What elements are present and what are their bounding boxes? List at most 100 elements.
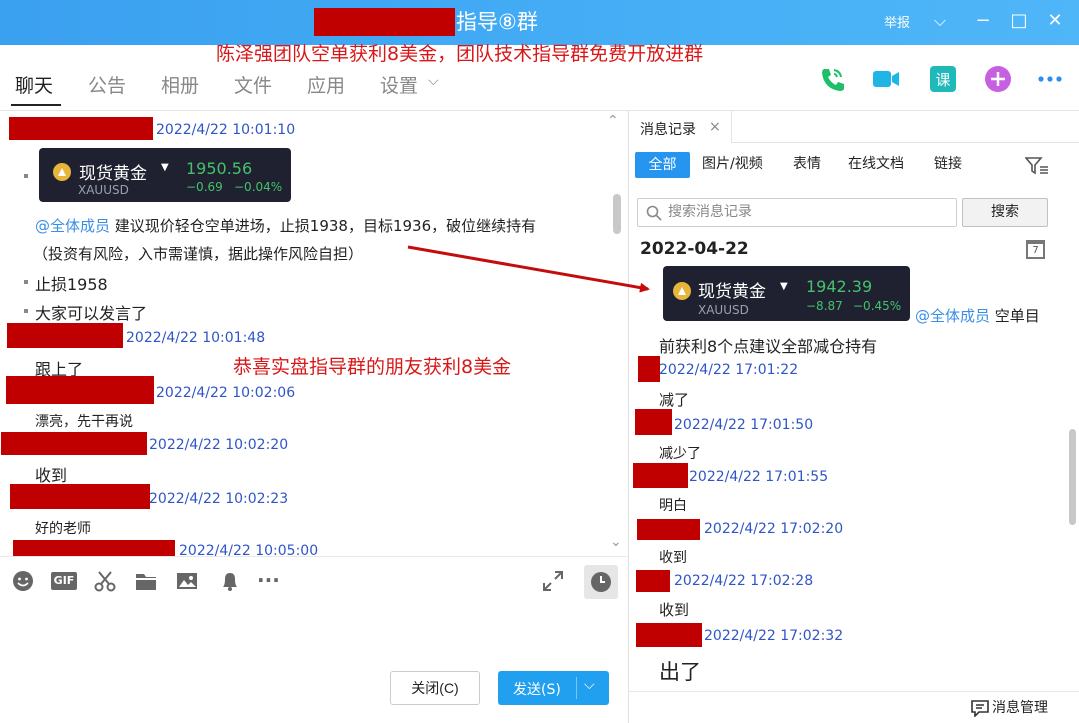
dropdown-icon[interactable]: ⌵ [927, 8, 953, 34]
report-button[interactable]: 举报 [884, 12, 910, 31]
chevron-down-icon[interactable]: ⌵ [428, 73, 439, 89]
promo-annotation: 陈泽强团队空单获利8美金，团队技术指导群免费开放进群 [216, 43, 704, 65]
tab-apps[interactable]: 应用 [307, 71, 345, 98]
ticker-symbol: XAUUSD [698, 303, 749, 317]
profit-annotation: 恭喜实盘指导群的朋友获利8美金 [233, 356, 512, 378]
panel-bottom-divider [629, 691, 1079, 692]
phone-icon[interactable] [816, 64, 846, 94]
ticker-change-pct: −0.45% [853, 299, 902, 313]
filter-media[interactable]: 图片/视频 [702, 153, 763, 173]
tab-settings[interactable]: 设置 [380, 71, 418, 98]
more-options-icon[interactable] [1035, 64, 1065, 94]
record-time: 2022/4/22 17:02:32 [704, 628, 844, 644]
gold-coin-icon [673, 282, 691, 300]
tab-message-history[interactable]: 消息记录 × [629, 111, 732, 143]
message-time: 2022/4/22 10:01:10 [156, 122, 296, 138]
tab-album[interactable]: 相册 [161, 71, 199, 98]
message-manage-label: 消息管理 [992, 700, 1048, 716]
record-text: 明白 [659, 498, 687, 514]
sender-redaction [9, 117, 153, 140]
message-time: 2022/4/22 10:02:20 [149, 437, 289, 453]
tab-active-underline [11, 104, 61, 106]
calendar-icon[interactable]: 7 [1026, 240, 1045, 259]
record-text: 减了 [659, 391, 690, 409]
chat-message: 大家可以发言了 [35, 304, 148, 323]
ticker-name: 现货黄金 [698, 282, 766, 302]
record-text: 收到 [659, 550, 687, 566]
send-button[interactable]: 发送(S) ⌵ [498, 671, 609, 705]
chat-message: 止损1958 [35, 275, 108, 294]
bullet [24, 174, 28, 178]
input-divider [0, 556, 628, 557]
filter-links[interactable]: 链接 [934, 153, 962, 173]
history-date: 2022-04-22 [640, 239, 749, 259]
history-message: @全体成员 空单目 [915, 305, 1040, 326]
filter-icon[interactable] [1025, 156, 1049, 176]
image-icon[interactable] [176, 570, 198, 592]
close-icon[interactable]: ✕ [1042, 8, 1068, 34]
ticker-change-pct: −0.04% [234, 180, 283, 194]
tab-files[interactable]: 文件 [234, 71, 272, 98]
bell-icon[interactable] [219, 570, 241, 592]
sender-redaction [636, 570, 670, 592]
search-button[interactable]: 搜索 [962, 198, 1048, 227]
tab-label: 消息记录 [640, 122, 696, 138]
send-separator [576, 677, 577, 699]
video-call-icon[interactable] [871, 64, 901, 94]
class-icon[interactable]: 课 [928, 64, 958, 94]
minimize-icon[interactable]: − [970, 8, 996, 34]
close-tab-icon[interactable]: × [709, 119, 721, 135]
caret-down-icon: ▼ [780, 281, 788, 292]
filter-docs[interactable]: 在线文档 [848, 153, 904, 173]
emoji-icon[interactable] [12, 570, 34, 592]
folder-icon[interactable] [135, 570, 157, 592]
history-button[interactable] [584, 565, 618, 599]
chat-message: @全体成员 建议现价轻仓空单进场，止损1938，目标1936，破位继续持有 [35, 215, 536, 236]
add-icon[interactable] [983, 64, 1013, 94]
filter-all[interactable]: 全部 [635, 152, 690, 178]
sender-redaction [1, 432, 147, 455]
record-time: 2022/4/22 17:01:50 [674, 417, 814, 433]
message-history-panel: 消息记录 × 全部 图片/视频 表情 在线文档 链接 搜索消息记录 搜索 202… [629, 111, 1079, 723]
tab-chat[interactable]: 聊天 [15, 71, 53, 98]
bullet [24, 309, 28, 313]
record-time: 2022/4/22 17:02:20 [704, 521, 844, 537]
chat-area[interactable]: 2022/4/22 10:01:10 ⌃ 现货黄金 ▼ XAUUSD 1950.… [0, 111, 628, 556]
message-time: 2022/4/22 10:02:06 [156, 385, 296, 401]
gold-coin-icon [53, 163, 71, 181]
message-text: 建议现价轻仓空单进场，止损1938，目标1936，破位继续持有 [114, 217, 537, 235]
gif-icon[interactable]: GIF [51, 572, 77, 590]
maximize-icon[interactable]: □ [1006, 8, 1032, 34]
chat-message: 漂亮，先干再说 [35, 414, 133, 430]
tab-announcement[interactable]: 公告 [88, 71, 126, 98]
ticker-name: 现货黄金 [79, 164, 147, 184]
message-manage-icon [971, 699, 989, 718]
search-input[interactable]: 搜索消息记录 [637, 198, 957, 227]
history-scrollbar[interactable] [1069, 429, 1076, 525]
svg-text:课: 课 [935, 71, 950, 89]
scroll-up-icon[interactable]: ⌃ [607, 113, 619, 129]
gold-ticker-card[interactable]: 现货黄金 ▼ XAUUSD 1942.39 −8.87 −0.45% [663, 266, 910, 321]
sender-redaction [638, 356, 660, 382]
close-button[interactable]: 关闭(C) [390, 671, 480, 705]
send-options-icon[interactable]: ⌵ [584, 677, 595, 693]
chat-scrollbar[interactable] [613, 194, 621, 234]
scroll-down-icon[interactable]: ⌄ [610, 534, 622, 550]
message-management-button[interactable]: 消息管理 [971, 697, 1048, 718]
record-time: 2022/4/22 17:01:55 [689, 469, 829, 485]
sender-redaction [636, 623, 702, 647]
chat-message: 好的老师 [35, 521, 91, 537]
caret-down-icon: ▼ [161, 162, 169, 173]
more-icon[interactable]: ··· [257, 568, 287, 592]
search-icon [646, 205, 662, 221]
message-text: 空单目 [994, 307, 1040, 325]
mention-all[interactable]: @全体成员 [35, 217, 110, 235]
scissors-icon[interactable] [94, 570, 116, 592]
expand-icon[interactable] [542, 570, 564, 592]
gold-ticker-card[interactable]: 现货黄金 ▼ XAUUSD 1950.56 −0.69 −0.04% [39, 148, 291, 202]
ticker-change: −8.87 [806, 299, 843, 313]
record-text: 出了 [659, 660, 701, 684]
filter-stickers[interactable]: 表情 [793, 153, 821, 173]
bullet [24, 280, 28, 284]
mention-all[interactable]: @全体成员 [915, 307, 990, 325]
